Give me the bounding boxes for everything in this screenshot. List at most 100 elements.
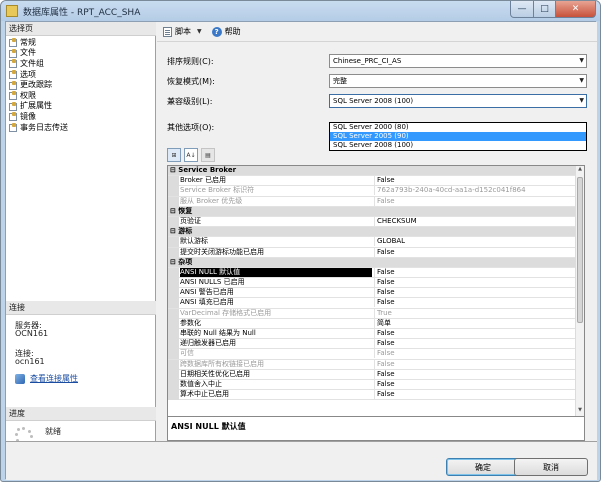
property-value[interactable]: False	[374, 247, 574, 257]
view-connection-properties-link[interactable]: 查看连接属性	[15, 373, 78, 384]
property-name: 日期相关性优化已启用	[180, 369, 250, 378]
grid-property-row[interactable]: Service Broker 标识符 762a793b-240a-40cd-aa1…	[168, 186, 576, 197]
property-value[interactable]: False	[374, 267, 574, 277]
grid-property-row[interactable]: Broker 已启用 False	[168, 176, 576, 187]
row-gutter	[168, 369, 179, 380]
grid-property-row[interactable]: 日期相关性优化已启用 False	[168, 369, 576, 380]
grid-toolbar: ⊞ A↓ ▤	[167, 148, 218, 162]
grid-scrollbar[interactable]: ▲ ▼	[575, 166, 584, 416]
dialog-client: 选择页 常规 文件 文件组 选项 更改跟踪 权限 扩展属性 镜像 事务日志传送 …	[5, 21, 597, 480]
grid-category-row[interactable]: ⊟ 恢复	[168, 206, 576, 217]
page-item-permissions[interactable]: 权限	[9, 90, 68, 101]
page-label: 选项	[20, 69, 36, 79]
page-item-files[interactable]: 文件	[9, 48, 68, 59]
row-gutter	[168, 288, 179, 299]
page-item-filegroups[interactable]: 文件组	[9, 58, 68, 69]
chevron-down-icon[interactable]: ▼	[197, 28, 202, 35]
ok-button[interactable]: 确定	[446, 458, 520, 476]
page-icon	[9, 123, 17, 133]
property-value[interactable]: False	[374, 369, 574, 379]
compat-option[interactable]: SQL Server 2008 (100)	[330, 141, 586, 150]
compat-value: SQL Server 2008 (100)	[333, 97, 414, 105]
page-label: 常规	[20, 37, 36, 47]
page-item-log-shipping[interactable]: 事务日志传送	[9, 122, 68, 133]
property-value[interactable]: False	[374, 278, 574, 288]
page-item-options[interactable]: 选项	[9, 69, 68, 80]
row-gutter	[168, 379, 179, 390]
category-name: ⊟ 游标	[170, 227, 193, 236]
grid-property-row[interactable]: 提交时关闭游标功能已启用 False	[168, 247, 576, 258]
page-label: 文件	[20, 48, 36, 58]
row-gutter	[168, 278, 179, 289]
scrollbar-thumb[interactable]	[577, 177, 583, 323]
script-button[interactable]: 脚本 ▼	[163, 26, 208, 37]
property-grid: ⊟ Service Broker Broker 已启用 False Service B…	[167, 165, 585, 417]
scroll-down-icon[interactable]: ▼	[576, 407, 584, 416]
chevron-down-icon: ▼	[579, 57, 584, 64]
grid-property-row[interactable]: ANSI NULLS 已启用 False	[168, 278, 576, 289]
grid-category-row[interactable]: ⊟ 杂项	[168, 257, 576, 268]
property-value[interactable]: CHECKSUM	[374, 216, 574, 226]
page-item-change-tracking[interactable]: 更改跟踪	[9, 79, 68, 90]
grid-property-row[interactable]: 可信 False	[168, 349, 576, 360]
grid-property-row[interactable]: ANSI 警告已启用 False	[168, 288, 576, 299]
cancel-button[interactable]: 取消	[514, 458, 588, 476]
help-button[interactable]: ? 帮助	[211, 26, 241, 37]
toolbar: 脚本 ▼ ? 帮助	[157, 22, 597, 42]
property-value[interactable]: False	[374, 339, 574, 349]
row-gutter	[168, 359, 179, 370]
alphabetical-sort-button[interactable]: A↓	[184, 148, 198, 162]
grid-property-row[interactable]: 默认游标 GLOBAL	[168, 237, 576, 248]
page-label: 更改跟踪	[20, 80, 52, 90]
grid-property-row[interactable]: 算术中止已启用 False	[168, 390, 576, 401]
page-icon	[9, 38, 17, 48]
property-value[interactable]: False	[374, 298, 574, 308]
minimize-button[interactable]: —	[510, 1, 534, 18]
property-value[interactable]: 简单	[374, 318, 574, 328]
title-bar[interactable]: 数据库属性 - RPT_ACC_SHA — □ ✕	[1, 1, 600, 21]
left-pane: 选择页 常规 文件 文件组 选项 更改跟踪 权限 扩展属性 镜像 事务日志传送 …	[6, 22, 156, 445]
compat-option-highlighted[interactable]: SQL Server 2005 (90)	[330, 132, 586, 141]
grid-property-row[interactable]: 串联的 Null 结果为 Null False	[168, 329, 576, 340]
help-icon: ?	[211, 26, 222, 37]
grid-category-row[interactable]: ⊟ 游标	[168, 227, 576, 238]
chevron-down-icon: ▼	[579, 77, 584, 84]
categorized-sort-button[interactable]: ⊞	[167, 148, 181, 162]
property-value[interactable]: GLOBAL	[374, 237, 574, 247]
property-value[interactable]: False	[374, 288, 574, 298]
grid-category-row[interactable]: ⊟ Service Broker	[168, 166, 576, 177]
compat-level-select[interactable]: SQL Server 2008 (100) ▼	[329, 94, 587, 108]
property-name: ANSI 警告已启用	[180, 288, 234, 297]
property-value[interactable]: False	[374, 176, 574, 186]
recovery-model-select[interactable]: 完整 ▼	[329, 74, 587, 88]
collation-select[interactable]: Chinese_PRC_CI_AS ▼	[329, 54, 587, 68]
grid-property-row[interactable]: ANSI 填充已启用 False	[168, 298, 576, 309]
maximize-button[interactable]: □	[534, 1, 556, 18]
grid-property-row[interactable]: 服从 Broker 优先级 False	[168, 196, 576, 207]
grid-property-row[interactable]: 页验证 CHECKSUM	[168, 216, 576, 228]
connection-header: 连接	[6, 301, 156, 315]
property-value[interactable]: False	[374, 329, 574, 338]
row-gutter	[168, 390, 179, 401]
row-gutter	[168, 216, 179, 227]
page-item-mirroring[interactable]: 镜像	[9, 111, 68, 122]
close-button[interactable]: ✕	[556, 1, 596, 18]
property-value[interactable]: False	[374, 390, 574, 400]
compat-option[interactable]: SQL Server 2000 (80)	[330, 123, 586, 132]
grid-property-row[interactable]: 数值舍入中止 False	[168, 379, 576, 391]
page-item-general[interactable]: 常规	[9, 37, 68, 48]
property-value[interactable]: False	[374, 379, 574, 389]
row-gutter	[168, 196, 179, 207]
scroll-up-icon[interactable]: ▲	[576, 166, 584, 175]
page-icon	[9, 91, 17, 101]
grid-property-row[interactable]: 参数化 简单	[168, 318, 576, 329]
page-item-extended-properties[interactable]: 扩展属性	[9, 101, 68, 112]
category-name: ⊟ 恢复	[170, 206, 193, 215]
grid-property-row[interactable]: 递归触发器已启用 False	[168, 339, 576, 350]
property-name: 提交时关闭游标功能已启用	[180, 247, 264, 256]
grid-property-row[interactable]: ANSI NULL 默认值 False	[168, 267, 576, 279]
grid-property-row[interactable]: VarDecimal 存储格式已启用 True	[168, 308, 576, 319]
property-name: Service Broker 标识符	[180, 186, 255, 195]
window-controls: — □ ✕	[510, 1, 596, 18]
grid-property-row[interactable]: 跨数据库所有权链接已启用 False	[168, 359, 576, 370]
